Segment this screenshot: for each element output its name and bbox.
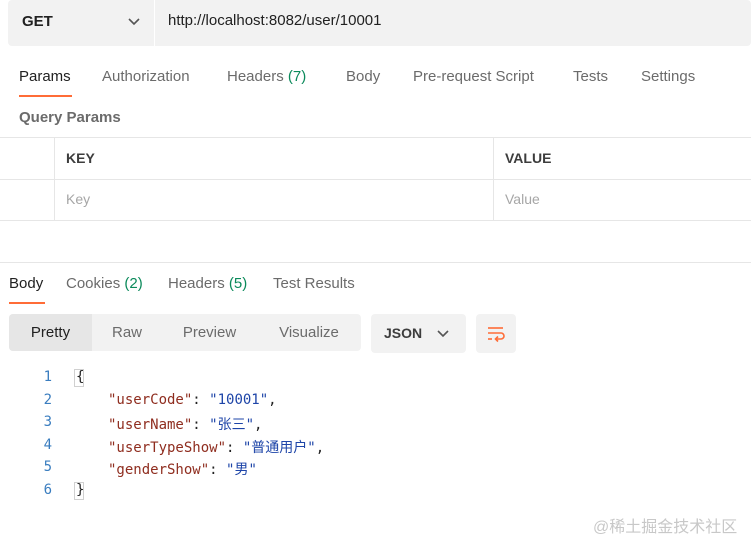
- section-divider: [0, 262, 751, 263]
- url-input[interactable]: http://localhost:8082/user/10001: [168, 12, 382, 29]
- response-tab-test-results[interactable]: Test Results: [273, 275, 355, 292]
- tab-label: Body: [9, 275, 44, 292]
- tab-label: Test Results: [273, 275, 355, 292]
- tab-label: Body: [346, 68, 381, 85]
- mode-raw[interactable]: Raw: [92, 314, 162, 351]
- json-line: "userName": "张三",: [108, 417, 263, 433]
- view-mode-selector: Pretty Raw Preview Visualize: [9, 314, 361, 351]
- tab-count-badge: (7): [287, 68, 307, 85]
- line-number: 4: [43, 437, 52, 453]
- method-select[interactable]: GET: [8, 0, 154, 46]
- json-value: "男": [226, 462, 257, 478]
- json-open-brace: {: [76, 369, 85, 385]
- response-tab-headers[interactable]: Headers (5): [168, 275, 247, 292]
- request-tabs: Params Authorization Headers (7) Body Pr…: [0, 66, 751, 100]
- column-header-value: VALUE: [505, 150, 552, 166]
- mode-visualize[interactable]: Visualize: [257, 314, 361, 351]
- tab-label: Authorization: [102, 68, 190, 85]
- table-border: [54, 137, 55, 221]
- line-number: 5: [43, 459, 52, 475]
- json-line: "userCode": "10001",: [108, 392, 277, 408]
- tab-params[interactable]: Params: [19, 68, 71, 85]
- json-key: "genderShow": [108, 462, 210, 478]
- table-border: [493, 137, 494, 221]
- json-separator: ,: [315, 440, 325, 456]
- tab-label: Params: [19, 68, 71, 85]
- json-value: "10001": [209, 392, 269, 408]
- json-value: "张三": [209, 417, 255, 433]
- mode-preview[interactable]: Preview: [162, 314, 257, 351]
- query-params-table: KEY VALUE Key Value: [0, 137, 751, 221]
- chevron-down-icon: [437, 330, 449, 338]
- tab-count-badge: (5): [228, 275, 248, 292]
- wrap-lines-icon: [488, 327, 505, 343]
- tab-label: Headers: [227, 68, 288, 85]
- json-separator: ,: [268, 392, 277, 408]
- mode-pretty[interactable]: Pretty: [9, 314, 92, 351]
- json-close-brace: }: [76, 482, 85, 498]
- tab-label: Settings: [641, 68, 696, 85]
- response-tab-cookies[interactable]: Cookies (2): [66, 275, 143, 292]
- json-line: "genderShow": "男": [108, 462, 257, 478]
- format-select[interactable]: JSON: [371, 314, 466, 353]
- tab-label: Pre-request Script: [413, 68, 534, 85]
- tab-label: Headers: [168, 275, 229, 292]
- tab-headers[interactable]: Headers (7): [227, 68, 306, 85]
- line-number: 1: [43, 369, 52, 385]
- json-line: "userTypeShow": "普通用户",: [108, 440, 325, 456]
- json-key: "userTypeShow": [108, 440, 227, 456]
- line-number: 3: [43, 414, 52, 430]
- json-key: "userCode": [108, 392, 193, 408]
- tab-label: Cookies: [66, 275, 125, 292]
- line-number: 6: [43, 482, 52, 498]
- tab-label: Tests: [573, 68, 609, 85]
- query-params-title: Query Params: [19, 109, 121, 126]
- active-tab-indicator: [19, 95, 72, 97]
- wrap-lines-button[interactable]: [476, 314, 516, 353]
- url-bar: GET http://localhost:8082/user/10001: [8, 0, 751, 46]
- tab-count-badge: (2): [124, 275, 143, 292]
- json-key: "userName": [108, 417, 193, 433]
- json-value: "普通用户": [242, 440, 316, 456]
- tab-tests[interactable]: Tests: [573, 68, 608, 85]
- chevron-down-icon: [128, 18, 140, 26]
- tab-body[interactable]: Body: [346, 68, 380, 85]
- param-key-input[interactable]: Key: [66, 191, 90, 207]
- format-label: JSON: [384, 325, 423, 341]
- tab-authorization[interactable]: Authorization: [102, 68, 190, 85]
- table-border: [0, 137, 751, 138]
- url-divider: [154, 0, 155, 46]
- method-label: GET: [22, 13, 53, 30]
- watermark: @稀土掘金技术社区: [593, 519, 738, 536]
- tab-settings[interactable]: Settings: [641, 68, 695, 85]
- active-response-tab-indicator: [9, 302, 45, 304]
- param-value-input[interactable]: Value: [505, 191, 540, 207]
- column-header-key: KEY: [66, 150, 95, 166]
- tab-pre-request-script[interactable]: Pre-request Script: [413, 68, 534, 85]
- line-number: 2: [43, 392, 52, 408]
- json-separator: ,: [254, 417, 263, 433]
- table-border: [0, 220, 751, 221]
- response-tab-body[interactable]: Body: [9, 275, 43, 292]
- table-border: [0, 179, 751, 180]
